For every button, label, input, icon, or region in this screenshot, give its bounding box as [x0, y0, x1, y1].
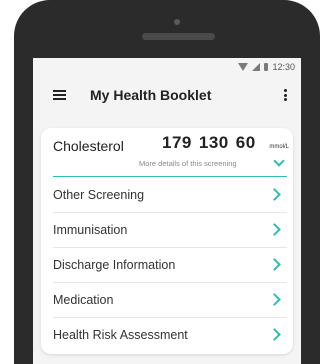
list-item-label: Immunisation: [53, 223, 128, 237]
app-bar: My Health Booklet: [33, 76, 301, 114]
cholesterol-value-3: 60: [235, 133, 256, 152]
cholesterol-values: 179 130 60: [162, 133, 263, 153]
list-item-label: Medication: [53, 293, 114, 307]
more-vert-icon[interactable]: [284, 89, 288, 101]
chevron-right-icon: [268, 223, 281, 236]
list-item-label: Other Screening: [53, 188, 145, 202]
front-camera: [174, 19, 180, 25]
menu-list: Other Screening Immunisation Discharge I…: [41, 178, 293, 352]
list-item-medication[interactable]: Medication: [53, 283, 287, 318]
list-item-label: Health Risk Assessment: [53, 328, 188, 342]
chevron-right-icon: [268, 293, 281, 306]
chevron-right-icon: [268, 188, 281, 201]
battery-icon: [264, 63, 269, 71]
cholesterol-label: Cholesterol: [53, 138, 124, 154]
chevron-right-icon: [268, 328, 281, 341]
status-time: 12:30: [272, 62, 295, 72]
phone-screen: 12:30 My Health Booklet Cholesterol 179 1…: [33, 58, 301, 364]
menu-icon[interactable]: [53, 90, 66, 100]
status-icons: 12:30: [238, 62, 295, 72]
cholesterol-row: Cholesterol 179 130 60 mmol/L: [53, 132, 289, 158]
list-item-health-risk-assessment[interactable]: Health Risk Assessment: [53, 318, 287, 352]
cholesterol-unit: mmol/L: [269, 144, 289, 150]
cholesterol-value-2: 130: [198, 133, 229, 152]
list-item-discharge-information[interactable]: Discharge Information: [53, 248, 287, 283]
status-bar: 12:30: [33, 58, 301, 76]
wifi-icon: [238, 63, 249, 71]
list-item-label: Discharge Information: [53, 258, 176, 272]
list-item-immunisation[interactable]: Immunisation: [53, 213, 287, 248]
app-title: My Health Booklet: [90, 87, 212, 103]
signal-icon: [252, 63, 261, 71]
cholesterol-value-1: 179: [162, 133, 192, 152]
more-details-link[interactable]: More details of this screening: [139, 159, 237, 168]
list-item-other-screening[interactable]: Other Screening: [53, 178, 287, 213]
earpiece-speaker: [142, 33, 215, 40]
chevron-right-icon: [268, 258, 281, 271]
divider: [53, 176, 287, 177]
health-card: Cholesterol 179 130 60 mmol/L More details…: [41, 128, 293, 354]
